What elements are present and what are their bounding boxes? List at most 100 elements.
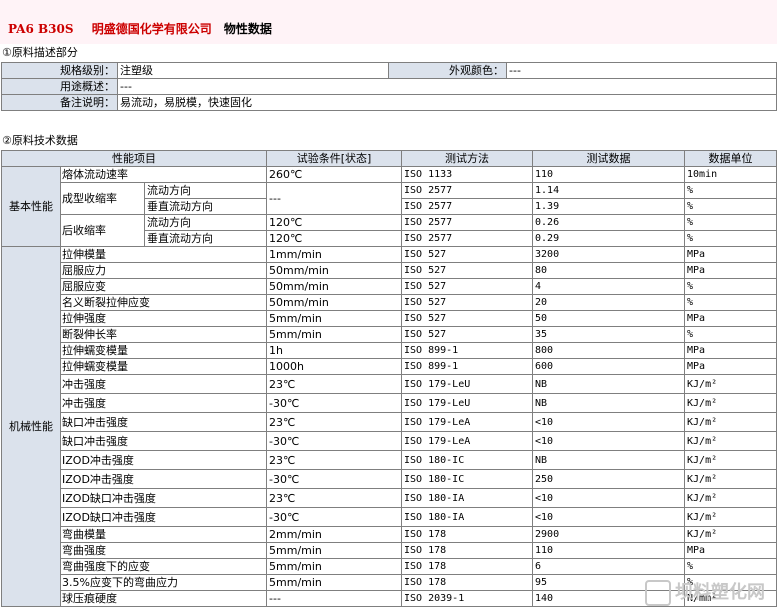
unit-cell: MPa — [684, 262, 777, 279]
value-cell: NB — [532, 450, 686, 470]
property-name: 断裂伸长率 — [59, 326, 268, 343]
value-cell: 1.39 — [532, 198, 686, 215]
sub-property-name: 垂直流动方向 — [143, 230, 268, 247]
company-name: 明盛德国化学有限公司 — [91, 22, 212, 36]
method-cell: ISO 2577 — [401, 214, 534, 231]
condition-cell: -30℃ — [266, 393, 403, 413]
value-cell: 1.14 — [532, 182, 686, 199]
group-mechanical: 机械性能 — [1, 246, 61, 607]
value-cell: <10 — [532, 488, 686, 508]
property-name: 拉伸蠕变模量 — [59, 342, 268, 359]
property-name: 弯曲强度 — [59, 542, 268, 559]
property-name: 3.5%应变下的弯曲应力 — [59, 574, 268, 591]
usage-label: 用途概述： — [1, 78, 118, 95]
method-cell: ISO 180-IC — [401, 450, 534, 470]
technical-data-table: 性能项目 试验条件[状态] 测试方法 测试数据 数据单位 基本性能 熔体流动速率… — [0, 150, 777, 607]
condition-cell: 50mm/min — [266, 262, 403, 279]
condition-cell: 1mm/min — [266, 246, 403, 263]
header-value: 测试数据 — [532, 150, 686, 167]
header-condition: 试验条件[状态] — [266, 150, 403, 167]
value-cell: <10 — [532, 507, 686, 527]
condition-cell: 23℃ — [266, 374, 403, 394]
property-name: 屈服应变 — [59, 278, 268, 295]
usage-value: --- — [117, 78, 777, 95]
unit-cell: % — [684, 230, 777, 247]
value-cell: 800 — [532, 342, 686, 359]
unit-cell: % — [684, 558, 777, 575]
section-heading-technical: ②原料技术数据 — [2, 134, 78, 147]
grade-value: 注塑级 — [117, 62, 389, 79]
value-cell: NB — [532, 374, 686, 394]
method-cell: ISO 2577 — [401, 230, 534, 247]
table-row: IZOD缺口冲击强度 -30℃ ISO 180-IA <10 KJ/m² — [2, 507, 777, 527]
table-row: 拉伸强度 5mm/min ISO 527 50 MPa — [2, 310, 777, 327]
color-value: --- — [506, 62, 777, 79]
condition-cell: -30℃ — [266, 469, 403, 489]
property-name: 弯曲模量 — [59, 526, 268, 543]
condition-cell: 120℃ — [266, 230, 403, 247]
property-name: 拉伸强度 — [59, 310, 268, 327]
watermark: 坝料塑化网 — [645, 578, 765, 606]
table-row: 屈服应力 50mm/min ISO 527 80 MPa — [2, 262, 777, 279]
method-cell: ISO 2039-1 — [401, 590, 534, 607]
table-row: 弯曲强度下的应变 5mm/min ISO 178 6% — [2, 558, 777, 575]
table-row: IZOD缺口冲击强度 23℃ ISO 180-IA <10 KJ/m² — [2, 488, 777, 508]
value-cell: 110 — [532, 166, 686, 183]
header-method: 测试方法 — [401, 150, 534, 167]
sub-property-name: 流动方向 — [143, 182, 268, 199]
method-cell: ISO 2577 — [401, 198, 534, 215]
unit-cell: MPa — [684, 542, 777, 559]
property-name: 后收缩率 — [60, 214, 145, 247]
unit-cell: % — [684, 294, 777, 311]
value-cell: 50 — [532, 310, 686, 327]
method-cell: ISO 527 — [401, 278, 534, 295]
unit-cell: MPa — [684, 342, 777, 359]
method-cell: ISO 179-LeA — [401, 431, 534, 451]
condition-cell: 50mm/min — [266, 278, 403, 295]
note-label: 备注说明： — [1, 94, 118, 111]
condition-cell: 5mm/min — [266, 542, 403, 559]
property-name: IZOD缺口冲击强度 — [59, 488, 268, 508]
watermark-text: 坝料塑化网 — [675, 582, 765, 603]
method-cell: ISO 527 — [401, 310, 534, 327]
unit-cell: KJ/m² — [684, 431, 777, 451]
table-row: 断裂伸长率 5mm/min ISO 527 35% — [2, 326, 777, 343]
header-unit: 数据单位 — [684, 150, 777, 167]
sub-property-name: 流动方向 — [143, 214, 268, 231]
condition-cell: 23℃ — [266, 488, 403, 508]
method-cell: ISO 178 — [401, 526, 534, 543]
section-heading-description: ①原料描述部分 — [2, 46, 78, 59]
value-cell: 600 — [532, 358, 686, 375]
unit-cell: % — [684, 198, 777, 215]
unit-cell: MPa — [684, 310, 777, 327]
condition-cell: 5mm/min — [266, 326, 403, 343]
method-cell: ISO 179-LeU — [401, 374, 534, 394]
description-table: 规格级别： 注塑级 外观颜色： --- 用途概述： --- 备注说明： 易流动，… — [1, 62, 777, 111]
value-cell: <10 — [532, 412, 686, 432]
unit-cell: % — [684, 182, 777, 199]
table-row: 冲击强度 -30℃ ISO 179-LeU NB KJ/m² — [2, 393, 777, 413]
property-name: 屈服应力 — [59, 262, 268, 279]
unit-cell: KJ/m² — [684, 488, 777, 508]
property-name: IZOD冲击强度 — [59, 450, 268, 470]
property-name: 冲击强度 — [59, 393, 268, 413]
condition-cell: 120℃ — [266, 214, 403, 231]
method-cell: ISO 2577 — [401, 182, 534, 199]
table-row: 缺口冲击强度 23℃ ISO 179-LeA <10 KJ/m² — [2, 412, 777, 432]
method-cell: ISO 1133 — [401, 166, 534, 183]
value-cell: 2900 — [532, 526, 686, 543]
unit-cell: % — [684, 326, 777, 343]
table-row: 名义断裂拉伸应变 50mm/min ISO 527 20% — [2, 294, 777, 311]
property-name: IZOD冲击强度 — [59, 469, 268, 489]
table-row: 弯曲强度 5mm/min ISO 178 110 MPa — [2, 542, 777, 559]
method-cell: ISO 179-LeA — [401, 412, 534, 432]
value-cell: 6 — [532, 558, 686, 575]
unit-cell: KJ/m² — [684, 526, 777, 543]
method-cell: ISO 527 — [401, 246, 534, 263]
value-cell: 110 — [532, 542, 686, 559]
table-row: 后收缩率 流动方向 120℃ ISO 2577 0.26 % — [2, 214, 777, 247]
method-cell: ISO 180-IA — [401, 488, 534, 508]
property-name: 名义断裂拉伸应变 — [59, 294, 268, 311]
value-cell: NB — [532, 393, 686, 413]
header-property: 性能项目 — [0, 150, 268, 167]
